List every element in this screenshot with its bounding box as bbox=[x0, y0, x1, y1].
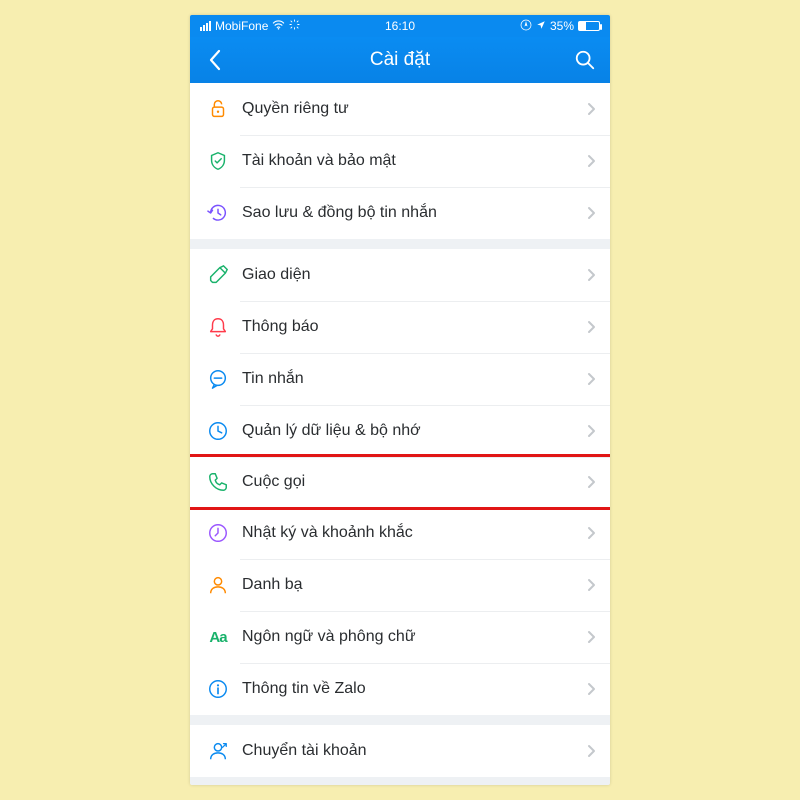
history-icon bbox=[204, 199, 232, 227]
status-bar: MobiFone 16:10 35% bbox=[190, 15, 610, 37]
info-icon bbox=[204, 675, 232, 703]
settings-row-label: Thông tin về Zalo bbox=[242, 680, 587, 698]
time-icon bbox=[204, 519, 232, 547]
chevron-right-icon bbox=[587, 102, 596, 116]
settings-row-label: Tài khoản và bảo mật bbox=[242, 152, 587, 170]
settings-row-label: Quản lý dữ liệu & bộ nhớ bbox=[242, 422, 587, 440]
compass-icon bbox=[520, 19, 532, 34]
clock-icon bbox=[204, 417, 232, 445]
search-button[interactable] bbox=[572, 47, 598, 73]
settings-row-account[interactable]: Tài khoản và bảo mật bbox=[190, 135, 610, 187]
settings-row-label: Giao diện bbox=[242, 266, 587, 284]
settings-row-label: Quyền riêng tư bbox=[242, 100, 587, 118]
settings-group: Chuyển tài khoản bbox=[190, 725, 610, 777]
phone-frame: MobiFone 16:10 35% Cài đặt bbox=[190, 15, 610, 785]
settings-row-message[interactable]: Tin nhắn bbox=[190, 353, 610, 405]
chevron-right-icon bbox=[587, 475, 596, 489]
settings-row-label: Tin nhắn bbox=[242, 370, 587, 388]
wifi-icon bbox=[272, 20, 285, 33]
brush-icon bbox=[204, 261, 232, 289]
settings-row-label: Ngôn ngữ và phông chữ bbox=[242, 628, 587, 646]
battery-pct-label: 35% bbox=[550, 19, 574, 33]
settings-row-backup[interactable]: Sao lưu & đồng bộ tin nhắn bbox=[190, 187, 610, 239]
settings-row-theme[interactable]: Giao diện bbox=[190, 249, 610, 301]
chevron-right-icon bbox=[587, 320, 596, 334]
location-arrow-icon bbox=[536, 19, 546, 33]
chevron-right-icon bbox=[587, 206, 596, 220]
settings-row-label: Nhật ký và khoảnh khắc bbox=[242, 524, 587, 542]
settings-list: Quyền riêng tư Tài khoản và bảo mật Sao lư… bbox=[190, 83, 610, 777]
settings-row-call[interactable]: Cuộc gọi bbox=[190, 454, 610, 510]
settings-row-contacts[interactable]: Danh bạ bbox=[190, 559, 610, 611]
chevron-right-icon bbox=[587, 578, 596, 592]
settings-row-storage[interactable]: Quản lý dữ liệu & bộ nhớ bbox=[190, 405, 610, 457]
phone-icon bbox=[204, 468, 232, 496]
settings-row-about[interactable]: Thông tin về Zalo bbox=[190, 663, 610, 715]
chevron-right-icon bbox=[587, 744, 596, 758]
clock-label: 16:10 bbox=[385, 19, 415, 33]
carrier-label: MobiFone bbox=[215, 19, 268, 33]
chevron-right-icon bbox=[587, 682, 596, 696]
lock-icon bbox=[204, 95, 232, 123]
page-title: Cài đặt bbox=[228, 49, 572, 71]
chevron-right-icon bbox=[587, 154, 596, 168]
battery-icon bbox=[578, 21, 600, 31]
settings-row-label: Thông báo bbox=[242, 318, 587, 336]
signal-icon bbox=[200, 21, 211, 31]
settings-row-diary[interactable]: Nhật ký và khoảnh khắc bbox=[190, 507, 610, 559]
chevron-right-icon bbox=[587, 424, 596, 438]
settings-row-notif[interactable]: Thông báo bbox=[190, 301, 610, 353]
settings-row-switch[interactable]: Chuyển tài khoản bbox=[190, 725, 610, 777]
settings-group: Quyền riêng tư Tài khoản và bảo mật Sao lư… bbox=[190, 83, 610, 239]
settings-row-label: Sao lưu & đồng bộ tin nhắn bbox=[242, 204, 587, 222]
chevron-right-icon bbox=[587, 630, 596, 644]
settings-row-lang[interactable]: Aa Ngôn ngữ và phông chữ bbox=[190, 611, 610, 663]
chevron-right-icon bbox=[587, 268, 596, 282]
chat-icon bbox=[204, 365, 232, 393]
chevron-right-icon bbox=[587, 372, 596, 386]
bell-icon bbox=[204, 313, 232, 341]
settings-row-label: Cuộc gọi bbox=[242, 473, 587, 491]
shield-icon bbox=[204, 147, 232, 175]
settings-row-label: Danh bạ bbox=[242, 576, 587, 594]
loading-icon bbox=[289, 19, 300, 33]
settings-row-label: Chuyển tài khoản bbox=[242, 742, 587, 760]
settings-row-privacy[interactable]: Quyền riêng tư bbox=[190, 83, 610, 135]
Aa-icon: Aa bbox=[204, 623, 232, 651]
back-button[interactable] bbox=[202, 47, 228, 73]
switch-icon bbox=[204, 737, 232, 765]
nav-bar: Cài đặt bbox=[190, 37, 610, 83]
person-icon bbox=[204, 571, 232, 599]
chevron-right-icon bbox=[587, 526, 596, 540]
settings-group: Giao diện Thông báo Tin nhắn Quản lý dữ liệ… bbox=[190, 249, 610, 715]
